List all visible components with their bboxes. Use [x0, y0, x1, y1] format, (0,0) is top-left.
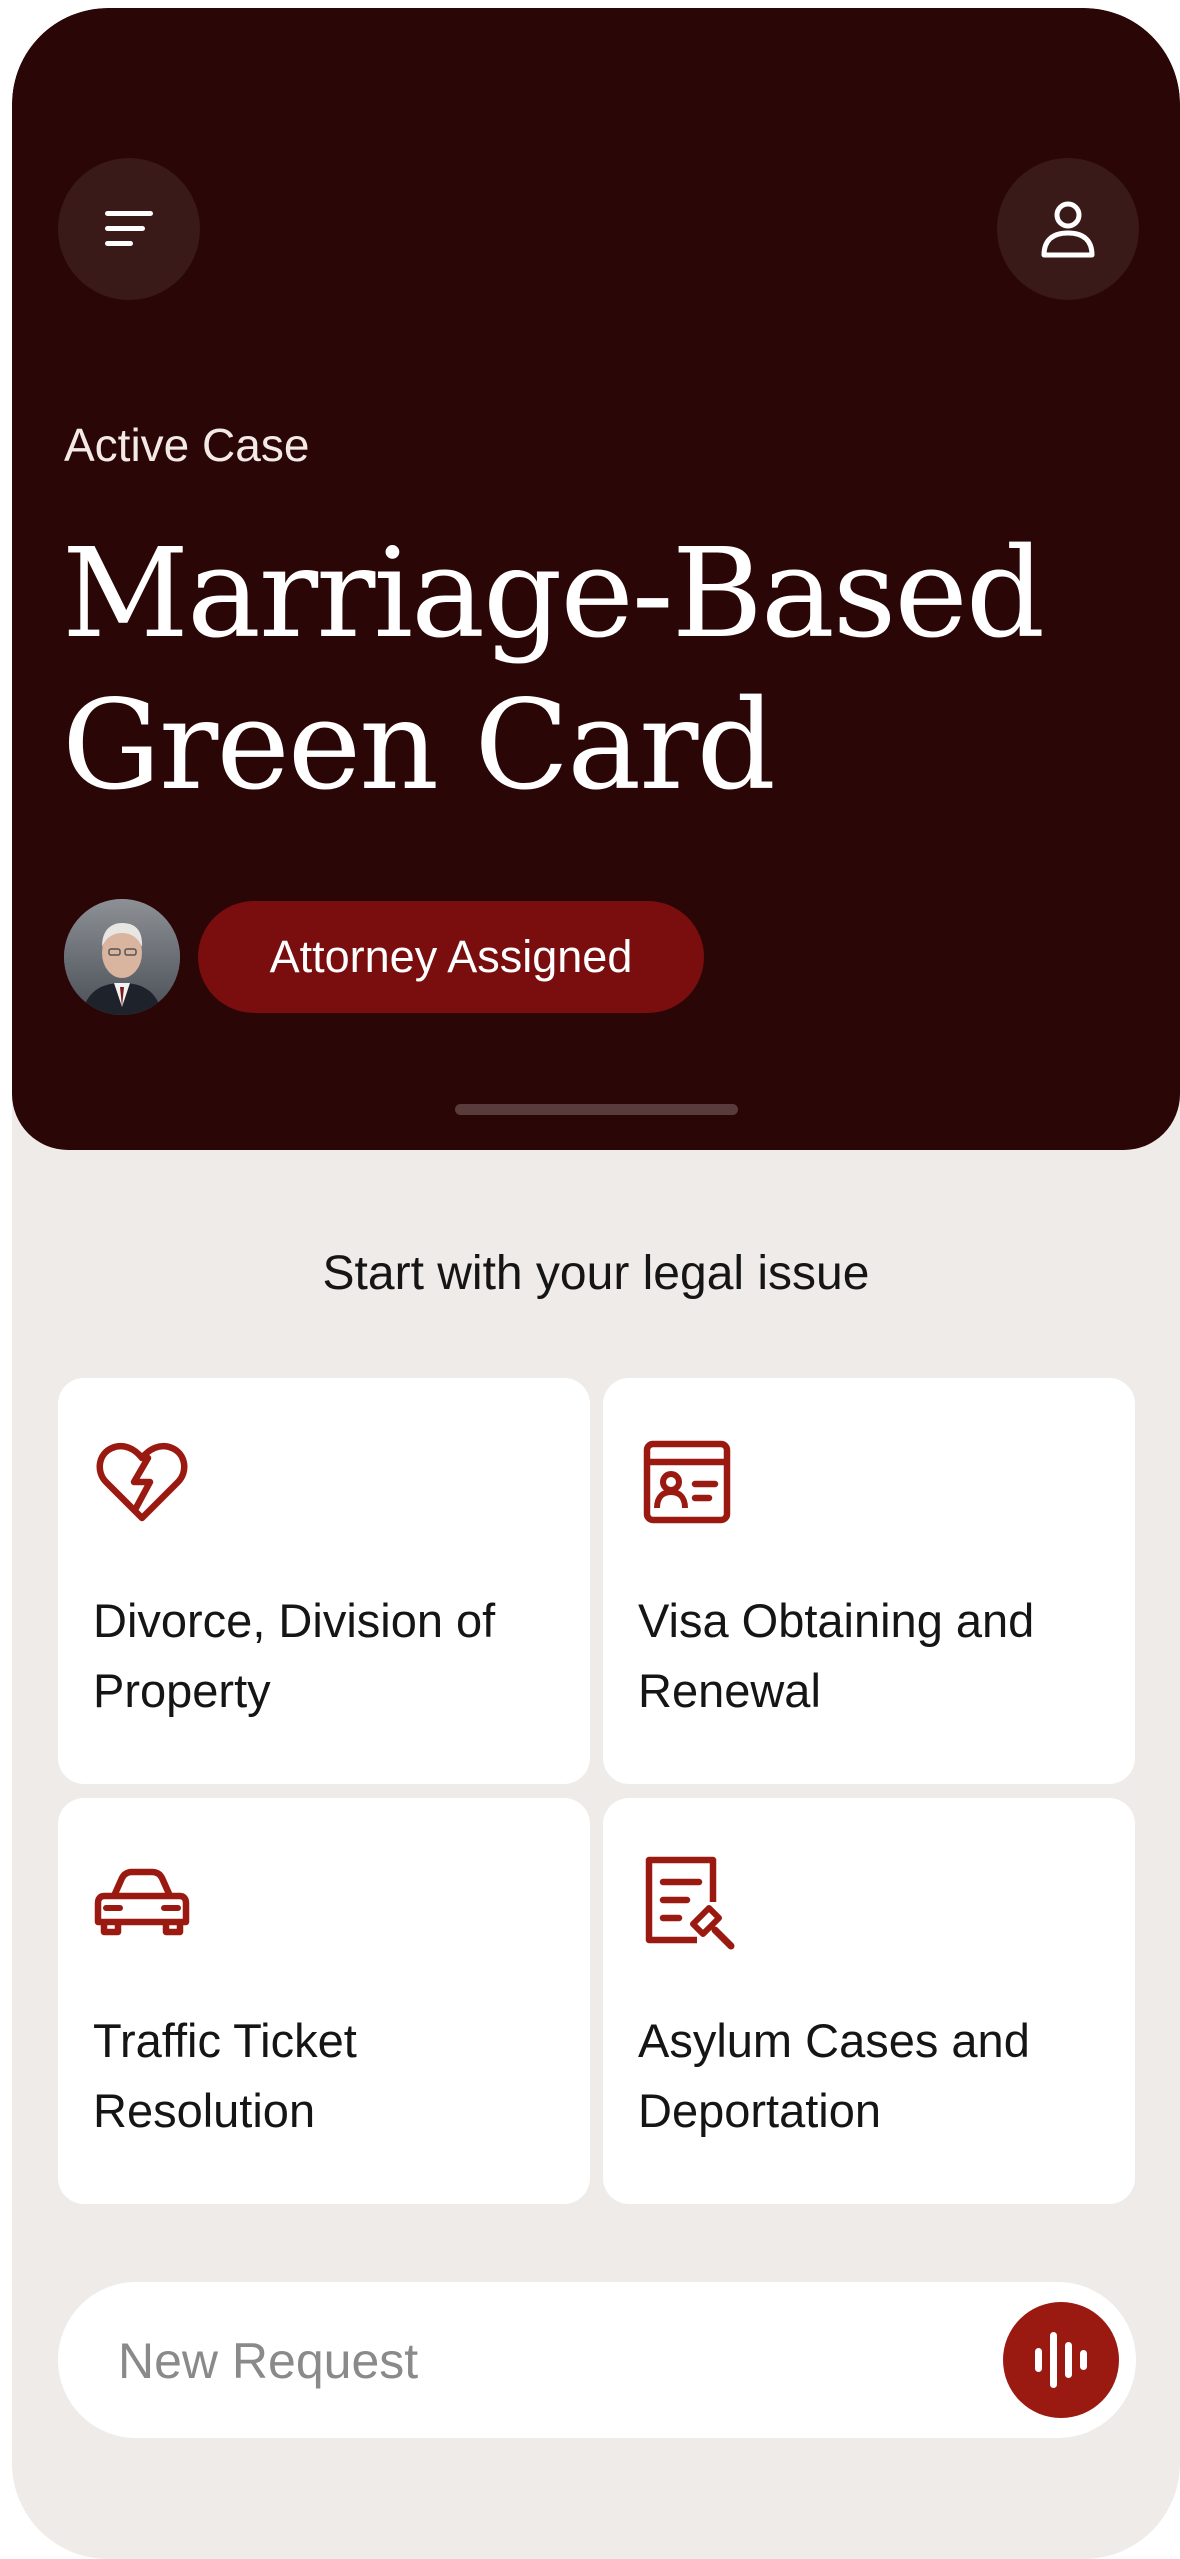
active-case-header[interactable]: Active Case Marriage-Based Green Card At…	[12, 8, 1180, 1150]
app-screen: Active Case Marriage-Based Green Card At…	[12, 8, 1180, 2559]
menu-button[interactable]	[58, 158, 200, 300]
attorney-avatar[interactable]	[64, 899, 180, 1015]
attorney-photo	[64, 899, 180, 1015]
new-request-bar	[58, 2282, 1136, 2438]
profile-button[interactable]	[997, 158, 1139, 300]
category-card-divorce[interactable]: Divorce, Division of Property	[58, 1378, 590, 1784]
car-icon	[94, 1868, 190, 1936]
case-eyebrow: Active Case	[64, 419, 310, 471]
document-search-icon	[645, 1856, 735, 1950]
user-icon	[1041, 201, 1095, 258]
category-label: Asylum Cases and Deportation	[638, 2014, 1030, 2137]
broken-heart-icon	[96, 1442, 188, 1522]
drag-handle[interactable]	[455, 1104, 738, 1115]
category-card-traffic[interactable]: Traffic Ticket Resolution	[58, 1798, 590, 2204]
attorney-status-badge: Attorney Assigned	[198, 901, 704, 1013]
id-card-icon	[643, 1440, 731, 1524]
menu-lines-icon	[105, 211, 153, 246]
case-title: Marriage-Based Green Card	[62, 522, 1045, 818]
new-request-input[interactable]	[116, 2322, 920, 2400]
voice-waveform-icon	[1035, 2332, 1087, 2388]
category-label: Visa Obtaining and Renewal	[638, 1594, 1035, 1717]
voice-input-button[interactable]	[1003, 2302, 1119, 2418]
category-label: Divorce, Division of Property	[93, 1594, 496, 1717]
category-card-visa[interactable]: Visa Obtaining and Renewal	[603, 1378, 1135, 1784]
section-title: Start with your legal issue	[322, 1247, 870, 1300]
category-card-asylum[interactable]: Asylum Cases and Deportation	[603, 1798, 1135, 2204]
category-label: Traffic Ticket Resolution	[93, 2014, 357, 2137]
